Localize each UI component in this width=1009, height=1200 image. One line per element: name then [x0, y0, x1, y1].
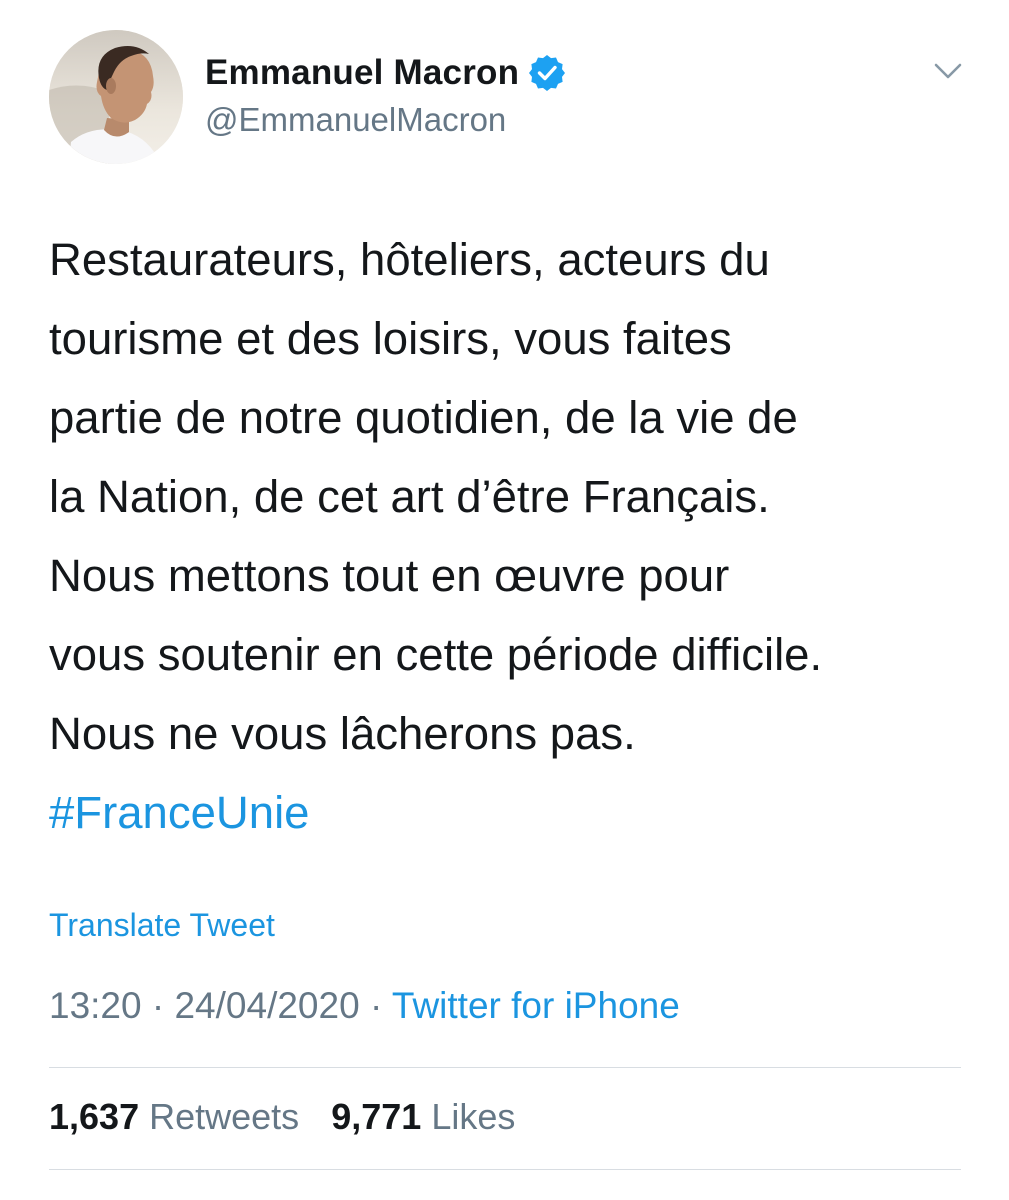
retweets-count: 1,637 — [49, 1096, 140, 1137]
verified-badge-icon — [529, 55, 566, 91]
tweet-time[interactable]: 13:20 — [49, 985, 142, 1026]
likes-count: 9,771 — [331, 1096, 422, 1137]
tweet-text-line: Nous ne vous lâcherons pas. — [49, 708, 636, 759]
hashtag-link[interactable]: #FranceUnie — [49, 773, 979, 852]
tweet-text-line: Nous mettons tout en œuvre pour — [49, 550, 730, 601]
meta-separator: · — [359, 985, 392, 1026]
retweets-label: Retweets — [149, 1096, 300, 1137]
tweet-meta: 13:20 · 24/04/2020 · Twitter for iPhone — [49, 985, 680, 1027]
user-handle[interactable]: @EmmanuelMacron — [205, 101, 506, 139]
tweet-stats: 1,637 Retweets 9,771 Likes — [49, 1096, 515, 1138]
meta-separator: · — [141, 985, 175, 1026]
tweet-source-link[interactable]: Twitter for iPhone — [392, 985, 680, 1026]
likes-label: Likes — [431, 1096, 516, 1137]
tweet-text-line: la Nation, de cet art d’être Français. — [49, 471, 770, 522]
tweet-text-line: tourisme et des loisirs, vous faites — [49, 313, 732, 364]
chevron-down-icon[interactable] — [928, 56, 968, 86]
avatar-image — [49, 30, 183, 164]
likes-stat[interactable]: 9,771 Likes — [331, 1096, 515, 1138]
tweet-text-line: partie de notre quotidien, de la vie de — [49, 392, 798, 443]
author-name-row[interactable]: Emmanuel Macron — [205, 50, 566, 96]
tweet-date[interactable]: 24/04/2020 — [174, 985, 359, 1026]
divider — [49, 1169, 961, 1170]
retweets-stat[interactable]: 1,637 Retweets — [49, 1096, 299, 1138]
translate-tweet-link[interactable]: Translate Tweet — [49, 907, 275, 944]
tweet-text-line: vous soutenir en cette période difficile… — [49, 629, 823, 680]
tweet: Emmanuel Macron @EmmanuelMacron Restaura… — [0, 0, 1009, 1200]
display-name[interactable]: Emmanuel Macron — [205, 53, 519, 93]
divider — [49, 1067, 961, 1068]
avatar[interactable] — [49, 30, 183, 164]
tweet-text-line: Restaurateurs, hôteliers, acteurs du — [49, 234, 770, 285]
tweet-text: Restaurateurs, hôteliers, acteurs du tou… — [49, 220, 979, 852]
